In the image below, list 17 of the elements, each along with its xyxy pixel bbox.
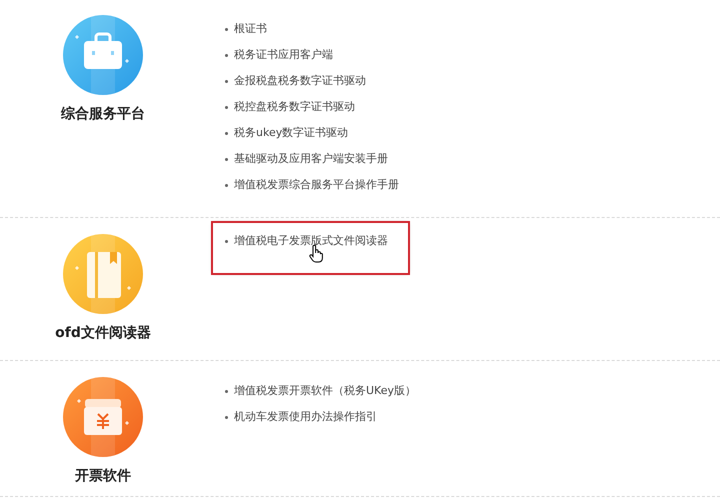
download-link[interactable]: 增值税电子发票版式文件阅读器 xyxy=(234,228,388,254)
download-link[interactable]: 税控盘税务数字证书驱动 xyxy=(234,94,355,120)
download-link[interactable]: 税务ukey数字证书驱动 xyxy=(234,120,348,146)
download-link[interactable]: 增值税发票开票软件（税务UKey版） xyxy=(234,378,416,404)
download-link[interactable]: 增值税发票综合服务平台操作手册 xyxy=(234,172,399,198)
section-title: 开票软件 xyxy=(75,467,131,486)
download-link[interactable]: 根证书 xyxy=(234,16,267,42)
download-link[interactable]: 机动车发票使用办法操作指引 xyxy=(234,404,377,430)
hand-cursor-icon xyxy=(309,245,323,263)
briefcase-icon xyxy=(63,15,143,95)
section-title: 综合服务平台 xyxy=(61,105,145,124)
book-icon xyxy=(63,234,143,314)
section-title: ofd文件阅读器 xyxy=(55,324,151,343)
download-link[interactable]: 税务证书应用客户端 xyxy=(234,42,333,68)
cash-box-icon xyxy=(63,377,143,457)
download-link[interactable]: 金报税盘税务数字证书驱动 xyxy=(234,68,366,94)
download-link[interactable]: 基础驱动及应用客户端安装手册 xyxy=(234,146,388,172)
